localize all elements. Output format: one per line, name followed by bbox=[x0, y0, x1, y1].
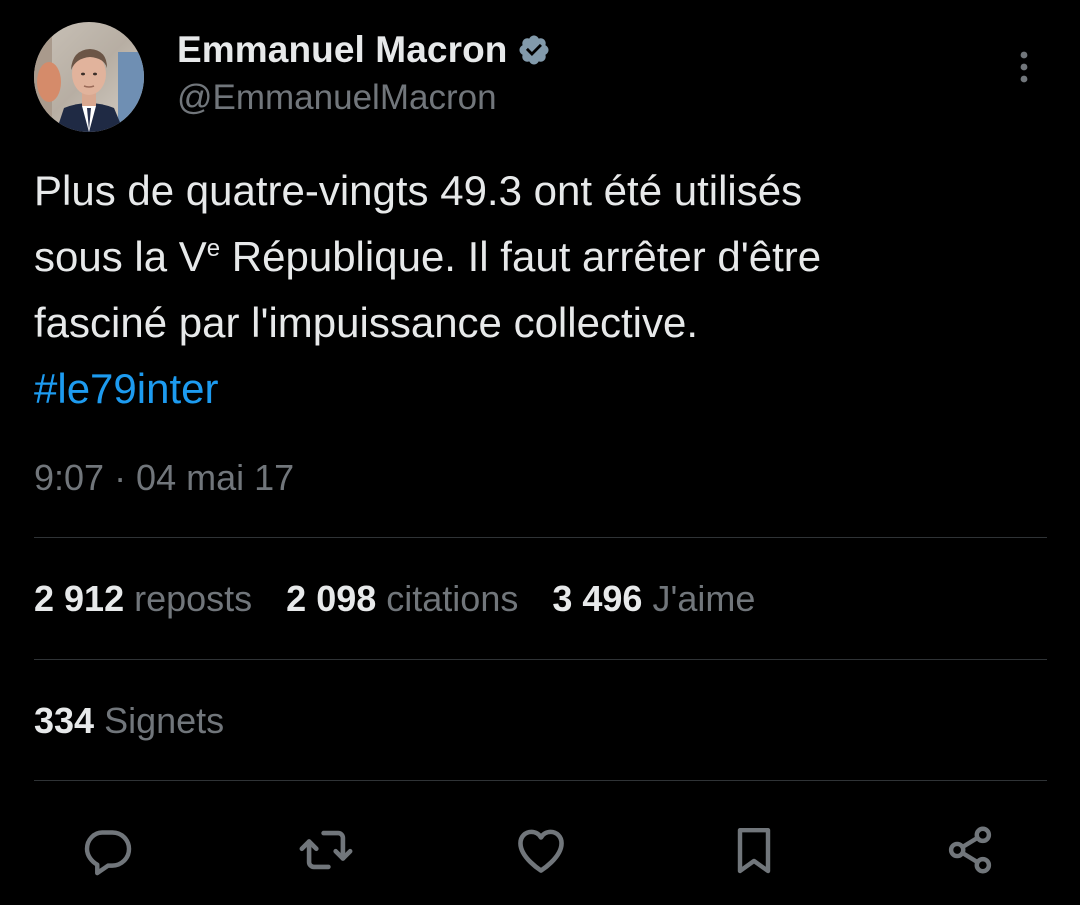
tweet-text-segment: République. Il faut arrêter d'être bbox=[220, 233, 822, 280]
divider bbox=[34, 537, 1047, 538]
bookmarks-label: Signets bbox=[104, 700, 225, 741]
reposts-count: 2 912 bbox=[34, 578, 125, 619]
more-options-button[interactable] bbox=[1006, 42, 1042, 92]
tweet-text-line: Plus de quatre-vingts 49.3 ont été utili… bbox=[34, 167, 803, 214]
likes-label: J'aime bbox=[652, 578, 756, 619]
repost-icon bbox=[299, 830, 353, 870]
divider bbox=[34, 780, 1047, 781]
superscript: e bbox=[206, 235, 221, 262]
repost-button[interactable] bbox=[294, 818, 358, 882]
bookmark-icon bbox=[737, 827, 771, 874]
tweet-text-segment: sous la V bbox=[34, 233, 207, 280]
author-handle[interactable]: @EmmanuelMacron bbox=[177, 78, 497, 118]
action-bar bbox=[0, 818, 1080, 882]
tweet-text-line: fasciné par l'impuissance collective. bbox=[34, 299, 698, 346]
reply-icon bbox=[84, 830, 132, 876]
share-button[interactable] bbox=[938, 818, 1002, 882]
tweet-detail: Emmanuel Macron @EmmanuelMacron Plus de … bbox=[0, 0, 1080, 905]
quotes-count: 2 098 bbox=[286, 578, 377, 619]
timestamp[interactable]: 9:07 · 04 mai 17 bbox=[34, 457, 294, 499]
quotes-label: citations bbox=[386, 578, 519, 619]
tweet-text: Plus de quatre-vingts 49.3 ont été utili… bbox=[34, 158, 1034, 422]
share-icon bbox=[948, 826, 992, 874]
reposts-stat[interactable]: 2 912 reposts bbox=[34, 578, 252, 620]
like-icon bbox=[518, 829, 564, 873]
like-button[interactable] bbox=[509, 818, 573, 882]
avatar-image bbox=[34, 22, 144, 132]
reposts-label: reposts bbox=[134, 578, 253, 619]
tweet-text-line: sous la Ve République. Il faut arrêter d… bbox=[34, 224, 1034, 290]
reply-button[interactable] bbox=[76, 818, 140, 882]
author-name[interactable]: Emmanuel Macron bbox=[177, 29, 507, 71]
tweet-text-line: #le79inter bbox=[34, 356, 1034, 422]
bookmarks-stat[interactable]: 334 Signets bbox=[34, 700, 224, 742]
hashtag-link[interactable]: #le79inter bbox=[34, 365, 218, 412]
stats-row: 2 912 reposts 2 098 citations 3 496 J'ai… bbox=[34, 578, 789, 620]
avatar[interactable] bbox=[34, 22, 144, 132]
bookmark-button[interactable] bbox=[722, 818, 786, 882]
divider bbox=[34, 659, 1047, 660]
likes-stat[interactable]: 3 496 J'aime bbox=[552, 578, 755, 620]
quotes-stat[interactable]: 2 098 citations bbox=[286, 578, 518, 620]
bookmarks-count: 334 bbox=[34, 700, 95, 741]
likes-count: 3 496 bbox=[552, 578, 643, 619]
more-vertical-icon bbox=[1020, 51, 1028, 83]
author-name-row: Emmanuel Macron bbox=[177, 28, 551, 72]
verified-badge-icon bbox=[517, 33, 551, 67]
